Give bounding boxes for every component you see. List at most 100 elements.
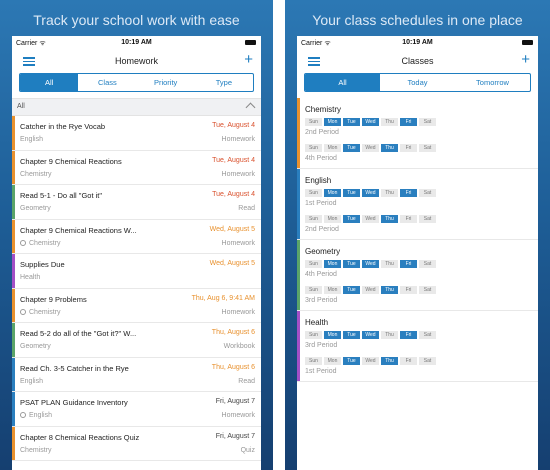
class-name: Geometry: [305, 247, 341, 256]
tab-all[interactable]: All: [20, 74, 79, 91]
tab-priority[interactable]: Priority: [137, 74, 195, 91]
due-date: Thu, August 6: [211, 363, 255, 371]
assignment-title: Chapter 8 Chemical Reactions Quiz: [20, 432, 140, 442]
clock-icon: [20, 412, 26, 418]
homework-row[interactable]: Chapter 9 Chemical Reactions W... Wed, Au…: [12, 219, 261, 254]
section-label: All: [17, 103, 25, 110]
category-label: Homework: [221, 412, 255, 419]
day-chip: Sun: [305, 286, 322, 294]
tab-all[interactable]: All: [305, 74, 380, 91]
status-time: 10:19 AM: [121, 39, 152, 46]
subject-label: Chemistry: [20, 447, 52, 454]
day-chip: Mon: [324, 144, 341, 152]
day-chip: Wed: [362, 118, 379, 126]
section-header[interactable]: All: [12, 98, 261, 116]
phone-screen: Carrier ᯤ 10:19 AM Classes + All Today T…: [297, 36, 538, 470]
due-date: Tue, August 4: [212, 191, 255, 198]
assignment-title: Catcher in the Rye Vocab: [20, 122, 106, 131]
homework-row[interactable]: Read 5-1 - Do all "Got it" Tue, August 4 G…: [12, 185, 261, 220]
homework-list: Catcher in the Rye Vocab Tue, August 4 Eng…: [12, 116, 261, 461]
homework-row[interactable]: Catcher in the Rye Vocab Tue, August 4 Eng…: [12, 116, 261, 151]
category-label: Read: [238, 377, 255, 385]
period-label: 1st Period: [305, 368, 337, 375]
day-chip: Sun: [305, 215, 322, 223]
subject-text: Chemistry: [20, 446, 52, 454]
class-group[interactable]: Geometry Sun Mon Tue Wed Thu Fri Sat 4th Period S…: [297, 240, 538, 311]
day-chip: Fri: [400, 118, 417, 126]
day-chip: Wed: [362, 331, 379, 339]
day-chip: Sun: [305, 357, 322, 365]
class-name: English: [305, 176, 332, 185]
period-row: Sun Mon Tue Wed Thu Fri Sat 1st Period: [297, 187, 538, 213]
category-label: Homework: [221, 136, 255, 143]
day-chip: Mon: [324, 286, 341, 294]
period-row: Sun Mon Tue Wed Thu Fri Sat 2nd Period: [297, 213, 538, 239]
day-chip: Fri: [400, 189, 417, 197]
due-date: Fri, August 7: [215, 398, 255, 405]
day-chip: Fri: [400, 215, 417, 223]
assignment-title: PSAT PLAN Guidance Inventory: [20, 398, 128, 407]
class-group[interactable]: English Sun Mon Tue Wed Thu Fri Sat 1st Period Su…: [297, 169, 538, 240]
class-name: Health: [305, 318, 329, 327]
status-bar: Carrier ᯤ 10:19 AM: [297, 36, 538, 49]
tab-type[interactable]: Type: [195, 74, 253, 91]
subject-text: English: [20, 136, 43, 143]
schedule-segmented-control: All Today Tomorrow: [304, 73, 531, 92]
homework-row[interactable]: PSAT PLAN Guidance Inventory Fri, August …: [12, 392, 261, 427]
tab-today[interactable]: Today: [380, 74, 455, 91]
category-label: Read: [238, 205, 255, 212]
phone-screen: Carrier ᯤ 10:19 AM Homework + All Class …: [12, 36, 261, 470]
class-color-bar: [12, 219, 15, 253]
period-label: 3rd Period: [305, 297, 338, 304]
day-chips: Sun Mon Tue Wed Thu Fri Sat: [305, 258, 538, 268]
period-row: Sun Mon Tue Wed Thu Fri Sat 3rd Period: [297, 284, 538, 310]
chevron-up-icon: [245, 102, 256, 113]
clock-icon: [20, 239, 26, 246]
assignment-title: Chapter 9 Problems: [20, 294, 87, 304]
day-chip: Wed: [362, 215, 379, 223]
subject-label: Chemistry: [20, 239, 61, 247]
day-chips: Sun Mon Tue Wed Thu Fri Sat: [305, 187, 538, 197]
homework-row[interactable]: Read Ch. 3-5 Catcher in the Rye Thu, Augu…: [12, 357, 261, 392]
day-chip: Thu: [381, 215, 398, 223]
category-label: Workbook: [223, 343, 255, 350]
homework-row[interactable]: Supplies Due Wed, August 5 Health: [12, 254, 261, 289]
due-date: Wed, August 5: [209, 225, 255, 233]
day-chip: Sat: [419, 286, 436, 294]
day-chip: Fri: [400, 357, 417, 365]
subject-text: English: [29, 412, 52, 419]
day-chip: Mon: [324, 118, 341, 126]
homework-screenshot-panel: Track your school work with ease Carrier…: [0, 0, 273, 470]
classes-list: Chemistry Sun Mon Tue Wed Thu Fri Sat 2nd Period…: [297, 98, 538, 382]
period-label: 4th Period: [305, 155, 337, 162]
subject-label: English: [20, 412, 52, 419]
add-icon[interactable]: +: [244, 52, 253, 68]
class-color-bar: [297, 240, 300, 310]
assignment-title: Read 5-1 - Do all "Got it": [20, 191, 103, 200]
class-color-bar: [12, 150, 15, 184]
day-chip: Sat: [419, 260, 436, 268]
tab-tomorrow[interactable]: Tomorrow: [455, 74, 530, 91]
homework-row[interactable]: Chapter 8 Chemical Reactions Quiz Fri, Au…: [12, 426, 261, 461]
day-chip: Tue: [343, 286, 360, 294]
tab-class[interactable]: Class: [78, 74, 136, 91]
day-chip: Fri: [400, 286, 417, 294]
assignment-title: Supplies Due: [20, 260, 65, 269]
homework-row[interactable]: Chapter 9 Chemical Reactions Tue, August …: [12, 150, 261, 185]
homework-row[interactable]: Read 5-2 do all of the "Got it?" W... Thu…: [12, 323, 261, 358]
due-date: Tue, August 4: [212, 156, 255, 164]
add-icon[interactable]: +: [521, 52, 530, 68]
day-chip: Fri: [400, 260, 417, 268]
day-chip: Thu: [381, 260, 398, 268]
homework-row[interactable]: Chapter 9 Problems Thu, Aug 6, 9:41 AM Che…: [12, 288, 261, 323]
subject-text: Chemistry: [29, 308, 61, 316]
class-group[interactable]: Health Sun Mon Tue Wed Thu Fri Sat 3rd Period Sun…: [297, 311, 538, 382]
period-label: 2nd Period: [305, 129, 339, 136]
class-color-bar: [12, 254, 15, 288]
tagline: Your class schedules in one place: [312, 12, 523, 28]
class-name: Chemistry: [305, 105, 342, 114]
period-label: 2nd Period: [305, 226, 339, 233]
day-chip: Thu: [381, 357, 398, 365]
day-chip: Wed: [362, 286, 379, 294]
class-group[interactable]: Chemistry Sun Mon Tue Wed Thu Fri Sat 2nd Period…: [297, 98, 538, 169]
